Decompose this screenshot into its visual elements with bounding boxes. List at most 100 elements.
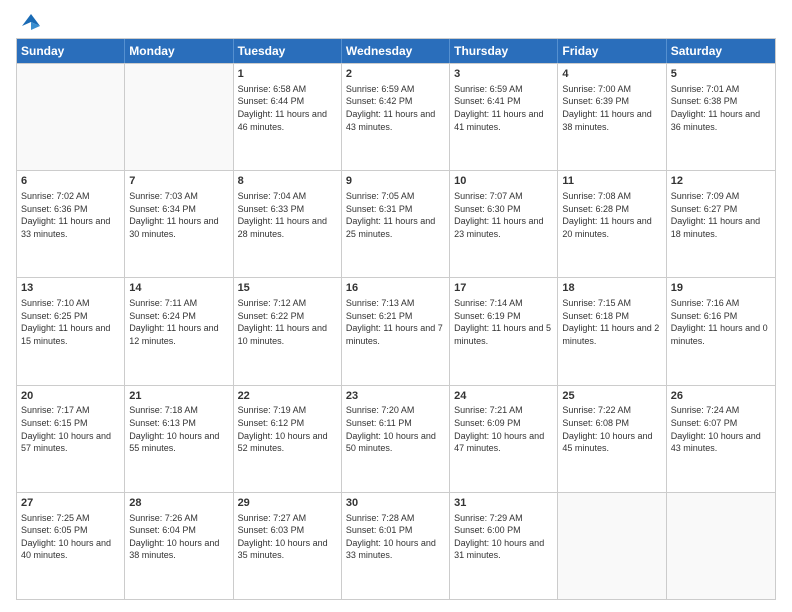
day-cell-6: 6Sunrise: 7:02 AMSunset: 6:36 PMDaylight… <box>17 171 125 277</box>
day-number: 18 <box>562 281 661 296</box>
cell-info-text: Daylight: 11 hours and 33 minutes. <box>21 215 120 240</box>
cell-info-text: Sunrise: 6:59 AM <box>346 83 445 96</box>
cell-info-text: Sunset: 6:24 PM <box>129 310 228 323</box>
day-number: 8 <box>238 174 337 189</box>
cell-info-text: Sunrise: 7:11 AM <box>129 297 228 310</box>
day-cell-4: 4Sunrise: 7:00 AMSunset: 6:39 PMDaylight… <box>558 64 666 170</box>
cell-info-text: Sunrise: 7:19 AM <box>238 404 337 417</box>
cell-info-text: Sunrise: 7:10 AM <box>21 297 120 310</box>
day-number: 7 <box>129 174 228 189</box>
day-cell-14: 14Sunrise: 7:11 AMSunset: 6:24 PMDayligh… <box>125 278 233 384</box>
cell-info-text: Sunset: 6:09 PM <box>454 417 553 430</box>
cell-info-text: Daylight: 11 hours and 23 minutes. <box>454 215 553 240</box>
cell-info-text: Sunrise: 7:12 AM <box>238 297 337 310</box>
cell-info-text: Sunset: 6:36 PM <box>21 203 120 216</box>
cell-info-text: Sunset: 6:34 PM <box>129 203 228 216</box>
cell-info-text: Sunset: 6:16 PM <box>671 310 771 323</box>
empty-cell <box>667 493 775 599</box>
cell-info-text: Sunrise: 7:05 AM <box>346 190 445 203</box>
cell-info-text: Sunrise: 7:21 AM <box>454 404 553 417</box>
day-cell-30: 30Sunrise: 7:28 AMSunset: 6:01 PMDayligh… <box>342 493 450 599</box>
cell-info-text: Daylight: 10 hours and 35 minutes. <box>238 537 337 562</box>
calendar-row-5: 27Sunrise: 7:25 AMSunset: 6:05 PMDayligh… <box>17 492 775 599</box>
cell-info-text: Sunrise: 7:00 AM <box>562 83 661 96</box>
cell-info-text: Sunset: 6:05 PM <box>21 524 120 537</box>
cell-info-text: Daylight: 11 hours and 43 minutes. <box>346 108 445 133</box>
cell-info-text: Daylight: 11 hours and 20 minutes. <box>562 215 661 240</box>
day-number: 11 <box>562 174 661 189</box>
cell-info-text: Daylight: 10 hours and 55 minutes. <box>129 430 228 455</box>
day-cell-3: 3Sunrise: 6:59 AMSunset: 6:41 PMDaylight… <box>450 64 558 170</box>
cell-info-text: Daylight: 11 hours and 41 minutes. <box>454 108 553 133</box>
day-number: 17 <box>454 281 553 296</box>
day-cell-28: 28Sunrise: 7:26 AMSunset: 6:04 PMDayligh… <box>125 493 233 599</box>
day-number: 5 <box>671 67 771 82</box>
cell-info-text: Daylight: 10 hours and 33 minutes. <box>346 537 445 562</box>
day-cell-26: 26Sunrise: 7:24 AMSunset: 6:07 PMDayligh… <box>667 386 775 492</box>
day-cell-20: 20Sunrise: 7:17 AMSunset: 6:15 PMDayligh… <box>17 386 125 492</box>
cell-info-text: Sunrise: 7:13 AM <box>346 297 445 310</box>
cell-info-text: Sunset: 6:01 PM <box>346 524 445 537</box>
day-cell-27: 27Sunrise: 7:25 AMSunset: 6:05 PMDayligh… <box>17 493 125 599</box>
day-cell-1: 1Sunrise: 6:58 AMSunset: 6:44 PMDaylight… <box>234 64 342 170</box>
day-cell-29: 29Sunrise: 7:27 AMSunset: 6:03 PMDayligh… <box>234 493 342 599</box>
calendar-row-4: 20Sunrise: 7:17 AMSunset: 6:15 PMDayligh… <box>17 385 775 492</box>
header-cell-thursday: Thursday <box>450 39 558 63</box>
cell-info-text: Daylight: 10 hours and 52 minutes. <box>238 430 337 455</box>
cell-info-text: Daylight: 11 hours and 10 minutes. <box>238 322 337 347</box>
cell-info-text: Daylight: 10 hours and 47 minutes. <box>454 430 553 455</box>
calendar-body: 1Sunrise: 6:58 AMSunset: 6:44 PMDaylight… <box>17 63 775 599</box>
cell-info-text: Sunrise: 7:04 AM <box>238 190 337 203</box>
header-cell-saturday: Saturday <box>667 39 775 63</box>
cell-info-text: Sunrise: 7:26 AM <box>129 512 228 525</box>
day-number: 14 <box>129 281 228 296</box>
cell-info-text: Sunset: 6:44 PM <box>238 95 337 108</box>
day-cell-15: 15Sunrise: 7:12 AMSunset: 6:22 PMDayligh… <box>234 278 342 384</box>
cell-info-text: Sunrise: 7:17 AM <box>21 404 120 417</box>
cell-info-text: Sunrise: 7:01 AM <box>671 83 771 96</box>
cell-info-text: Daylight: 11 hours and 5 minutes. <box>454 322 553 347</box>
header-cell-monday: Monday <box>125 39 233 63</box>
cell-info-text: Sunset: 6:38 PM <box>671 95 771 108</box>
cell-info-text: Daylight: 11 hours and 46 minutes. <box>238 108 337 133</box>
cell-info-text: Sunrise: 7:18 AM <box>129 404 228 417</box>
day-number: 22 <box>238 389 337 404</box>
header-cell-wednesday: Wednesday <box>342 39 450 63</box>
cell-info-text: Sunset: 6:31 PM <box>346 203 445 216</box>
day-number: 6 <box>21 174 120 189</box>
cell-info-text: Sunrise: 7:29 AM <box>454 512 553 525</box>
day-number: 30 <box>346 496 445 511</box>
page: SundayMondayTuesdayWednesdayThursdayFrid… <box>0 0 792 612</box>
cell-info-text: Sunset: 6:25 PM <box>21 310 120 323</box>
cell-info-text: Sunrise: 7:22 AM <box>562 404 661 417</box>
cell-info-text: Daylight: 11 hours and 15 minutes. <box>21 322 120 347</box>
cell-info-text: Daylight: 11 hours and 7 minutes. <box>346 322 445 347</box>
day-number: 26 <box>671 389 771 404</box>
day-cell-23: 23Sunrise: 7:20 AMSunset: 6:11 PMDayligh… <box>342 386 450 492</box>
cell-info-text: Sunset: 6:41 PM <box>454 95 553 108</box>
calendar-header: SundayMondayTuesdayWednesdayThursdayFrid… <box>17 39 775 63</box>
cell-info-text: Sunrise: 7:09 AM <box>671 190 771 203</box>
day-cell-22: 22Sunrise: 7:19 AMSunset: 6:12 PMDayligh… <box>234 386 342 492</box>
cell-info-text: Sunrise: 6:58 AM <box>238 83 337 96</box>
day-number: 2 <box>346 67 445 82</box>
cell-info-text: Sunrise: 7:24 AM <box>671 404 771 417</box>
cell-info-text: Sunrise: 7:02 AM <box>21 190 120 203</box>
cell-info-text: Daylight: 10 hours and 45 minutes. <box>562 430 661 455</box>
cell-info-text: Sunrise: 7:15 AM <box>562 297 661 310</box>
cell-info-text: Sunset: 6:03 PM <box>238 524 337 537</box>
day-number: 15 <box>238 281 337 296</box>
day-number: 9 <box>346 174 445 189</box>
cell-info-text: Sunrise: 7:20 AM <box>346 404 445 417</box>
cell-info-text: Daylight: 10 hours and 40 minutes. <box>21 537 120 562</box>
cell-info-text: Daylight: 10 hours and 31 minutes. <box>454 537 553 562</box>
day-cell-19: 19Sunrise: 7:16 AMSunset: 6:16 PMDayligh… <box>667 278 775 384</box>
cell-info-text: Sunset: 6:08 PM <box>562 417 661 430</box>
day-number: 21 <box>129 389 228 404</box>
day-cell-5: 5Sunrise: 7:01 AMSunset: 6:38 PMDaylight… <box>667 64 775 170</box>
cell-info-text: Daylight: 11 hours and 25 minutes. <box>346 215 445 240</box>
day-number: 1 <box>238 67 337 82</box>
cell-info-text: Sunset: 6:22 PM <box>238 310 337 323</box>
cell-info-text: Sunset: 6:42 PM <box>346 95 445 108</box>
day-cell-24: 24Sunrise: 7:21 AMSunset: 6:09 PMDayligh… <box>450 386 558 492</box>
